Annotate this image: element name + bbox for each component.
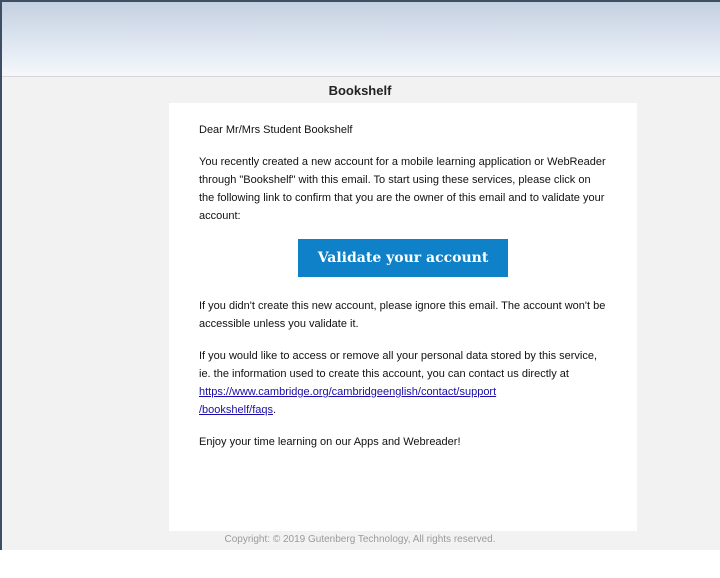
intro-paragraph: You recently created a new account for a… [199, 156, 606, 222]
greeting: Dear Mr/Mrs Student Bookshelf [199, 124, 353, 136]
support-link-line1: https://www.cambridge.org/cambridgeengli… [199, 386, 497, 398]
email-body-card: Dear Mr/Mrs Student Bookshelf You recent… [169, 103, 637, 531]
data-notice-suffix: . [273, 404, 277, 416]
validate-account-button[interactable]: Validate your account [297, 239, 509, 277]
ignore-notice-paragraph: If you didn't create this new account, p… [199, 300, 606, 330]
closing-paragraph: Enjoy your time learning on our Apps and… [199, 436, 461, 448]
header-band [2, 2, 720, 77]
support-link-line2: /bookshelf/faqs [199, 404, 273, 416]
email-title: Bookshelf [328, 83, 392, 98]
support-link[interactable]: https://www.cambridge.org/cambridgeengli… [199, 386, 496, 416]
bottom-area [0, 550, 720, 578]
cta-container: Validate your account [199, 239, 607, 277]
data-notice-text: If you would like to access or remove al… [199, 350, 598, 380]
copyright-footer: Copyright: © 2019 Gutenberg Technology, … [224, 534, 496, 545]
data-notice-paragraph: If you would like to access or remove al… [199, 347, 607, 419]
